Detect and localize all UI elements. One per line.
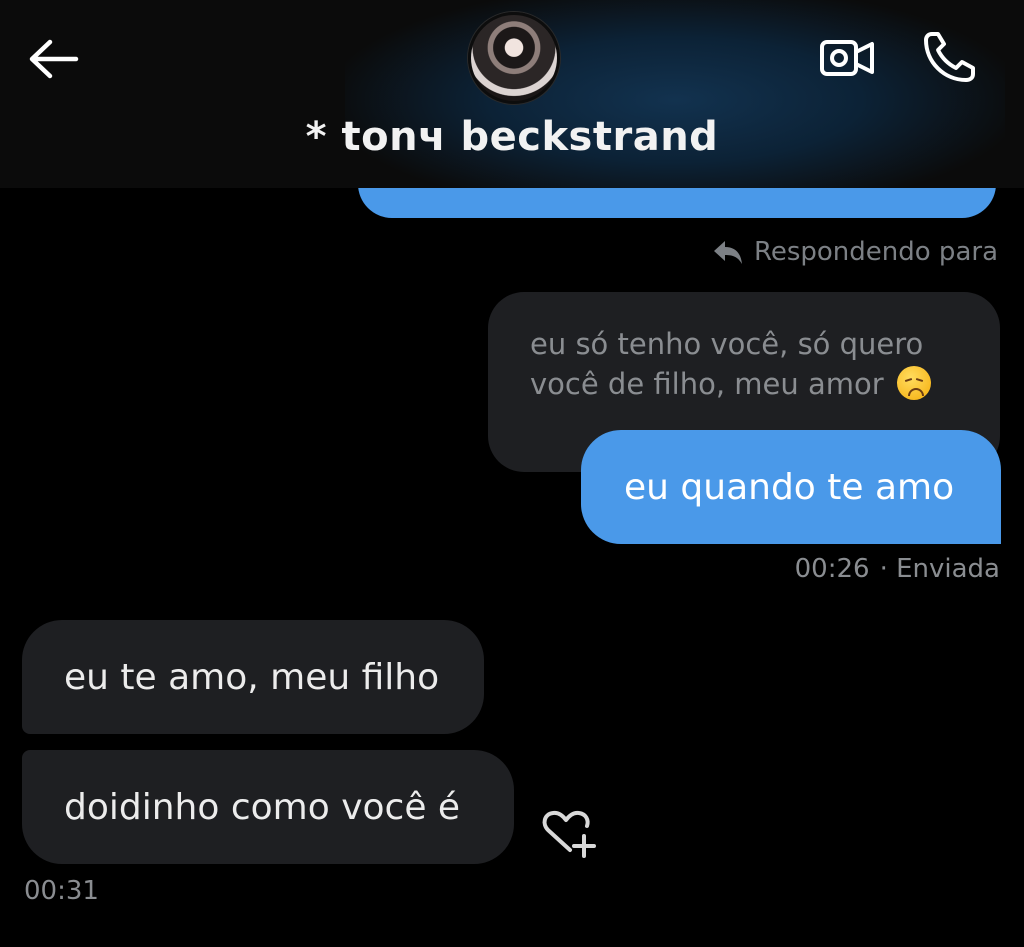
reply-arrow-icon: [713, 241, 742, 264]
received-message-time: 00:31: [24, 876, 99, 906]
back-button[interactable]: [26, 36, 82, 82]
video-camera-icon: [820, 40, 874, 76]
voice-call-button[interactable]: [920, 28, 980, 86]
disappointed-face-emoji-icon: [896, 366, 931, 400]
add-reaction-button[interactable]: [540, 808, 598, 860]
sent-message-time: 00:26: [794, 554, 870, 584]
contact-name[interactable]: * tonч beckstrand: [0, 114, 1024, 160]
contact-avatar[interactable]: [468, 12, 560, 104]
arrow-left-icon: [29, 39, 79, 79]
received-message-bubble[interactable]: eu te amo, meu filho: [22, 620, 484, 734]
sent-message-meta: 00:26 · Enviada: [795, 554, 1000, 584]
reply-indicator: Respondendo para: [712, 234, 998, 270]
chat-header: * tonч beckstrand: [0, 0, 1024, 188]
quoted-message-line-2-wrap: você de filho, meu amor: [530, 364, 960, 404]
received-message-text: eu te amo, meu filho: [64, 656, 440, 698]
quoted-message-line-1: eu só tenho você, só quero: [530, 327, 924, 361]
heart-plus-icon: [542, 810, 596, 858]
received-message-bubble[interactable]: doidinho como você é: [22, 750, 514, 864]
received-message-text: doidinho como você é: [64, 786, 461, 828]
quoted-message-line-2: você de filho, meu amor: [530, 367, 884, 401]
phone-icon: [924, 32, 975, 82]
video-call-button[interactable]: [818, 34, 876, 82]
sent-message-status: · Enviada: [879, 554, 1000, 584]
sent-message-text: eu quando te amo: [624, 466, 955, 508]
reply-label: Respondendo para: [753, 237, 998, 267]
sent-message-bubble[interactable]: eu quando te amo: [581, 430, 1001, 544]
